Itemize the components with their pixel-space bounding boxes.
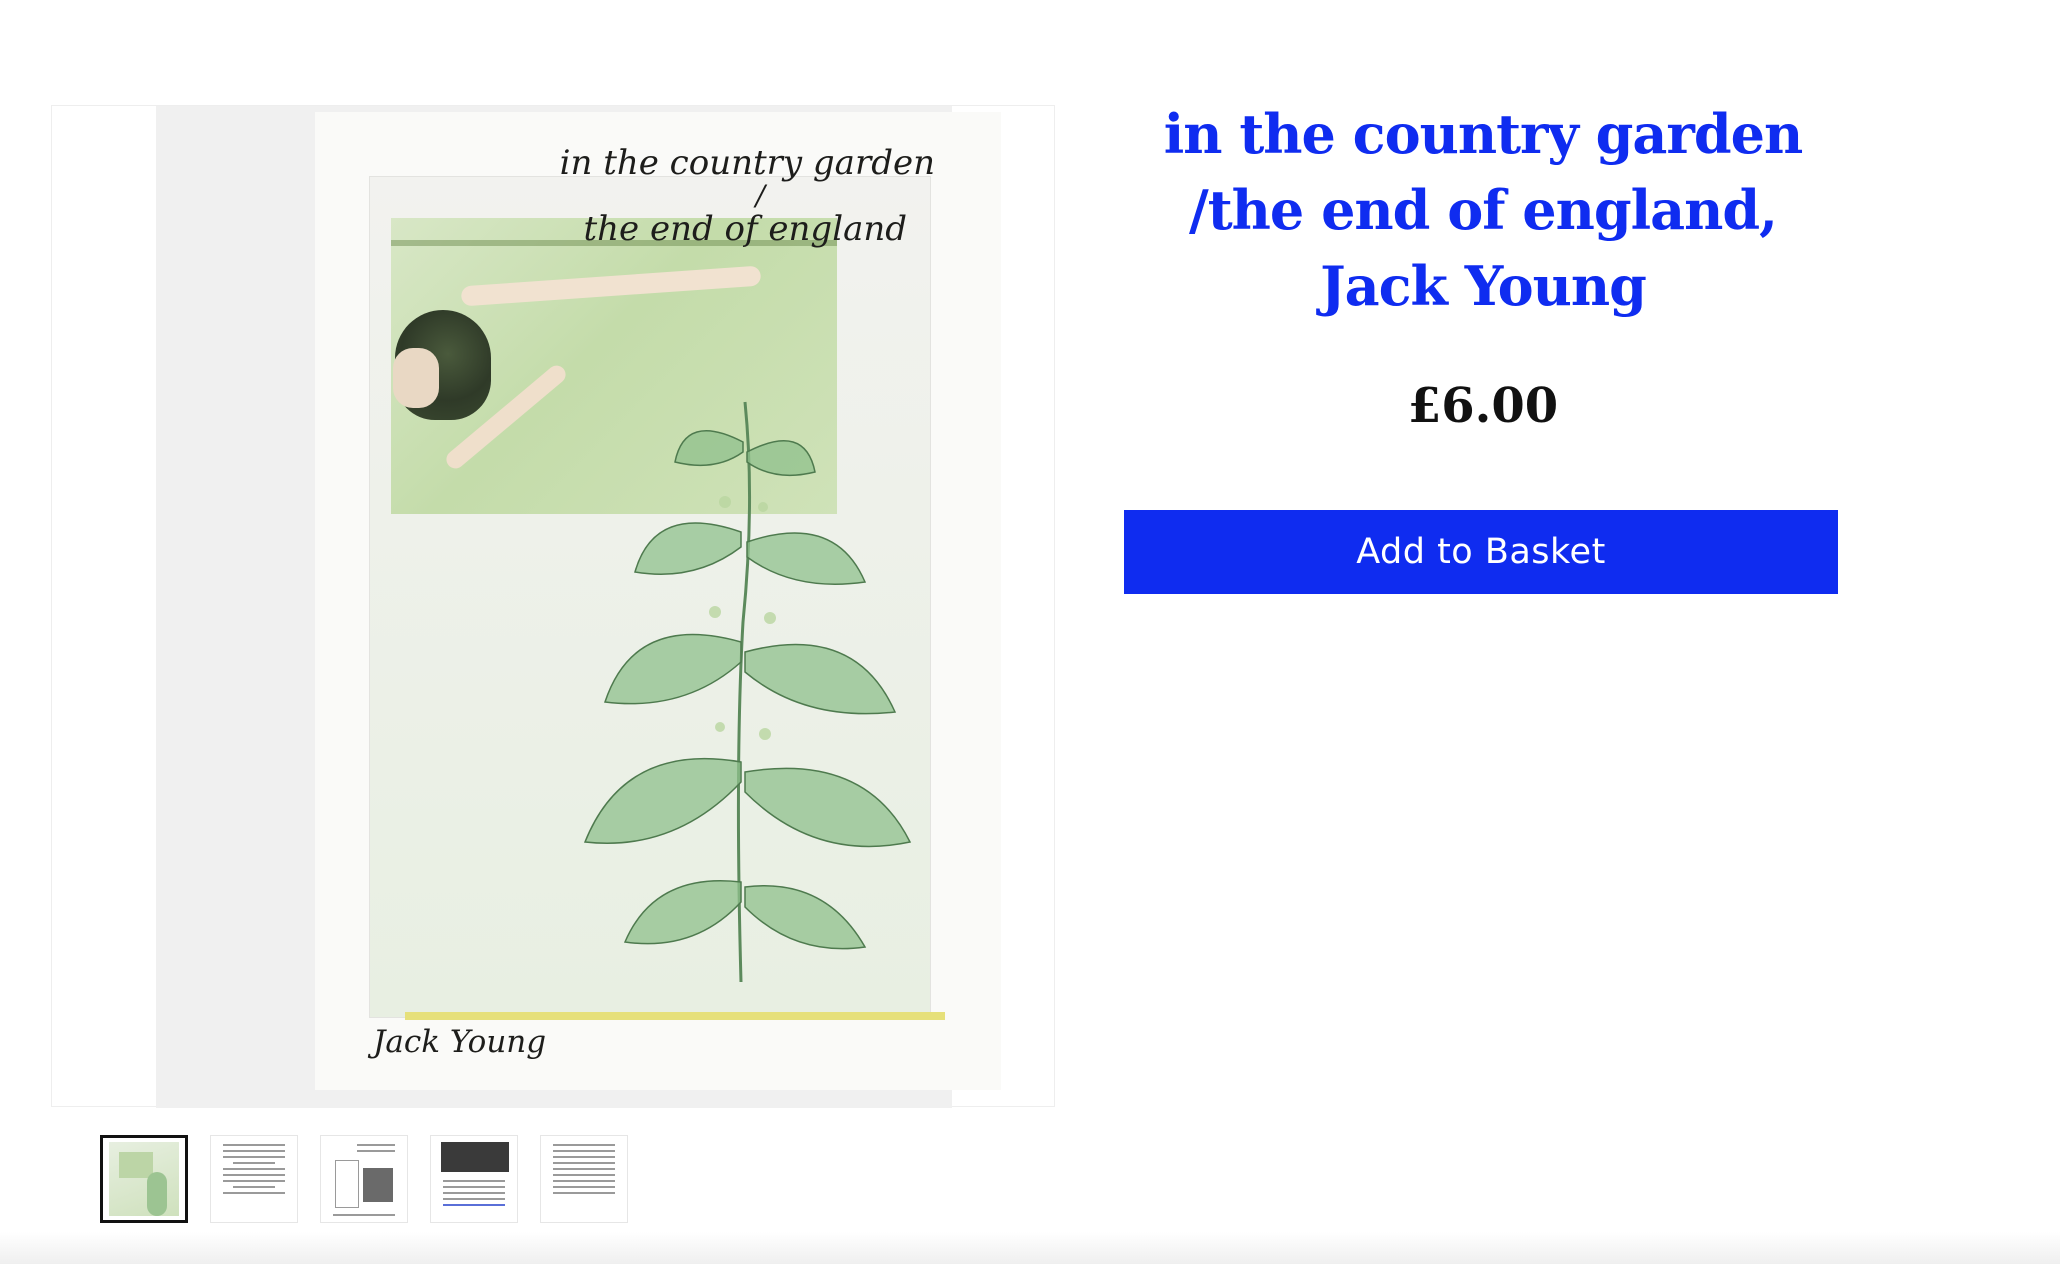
product-price: £6.00 [1407, 378, 1559, 434]
photo-face [393, 348, 439, 408]
book-cover: in the country garden / the end of engla… [315, 112, 1001, 1090]
thumbnail-2[interactable] [210, 1135, 298, 1223]
cover-title: in the country garden / the end of engla… [315, 142, 975, 250]
thumbnail-plant [147, 1172, 167, 1216]
thumbnail-layout-page [327, 1140, 401, 1218]
cover-background: in the country garden / the end of engla… [156, 106, 1001, 1108]
thumbnail-frame [335, 1160, 359, 1208]
nettle-illustration [583, 401, 912, 983]
thumbnail-cover-image [109, 1142, 179, 1216]
thumbnail-figure [363, 1168, 393, 1202]
thumbnail-columns-page [547, 1140, 621, 1218]
cover-yellow-edge [405, 1012, 945, 1020]
thumbnail-photo [119, 1152, 153, 1178]
thumbnail-5[interactable] [540, 1135, 628, 1223]
cover-author: Jack Young [373, 1024, 547, 1060]
thumbnail-1[interactable] [100, 1135, 188, 1223]
cover-title-line1: in the country garden [559, 143, 935, 183]
main-product-image[interactable]: in the country garden / the end of engla… [51, 105, 1055, 1108]
thumbnail-4[interactable] [430, 1135, 518, 1223]
add-to-basket-button[interactable]: Add to Basket [1124, 510, 1838, 594]
cover-title-line2: the end of england [583, 209, 907, 249]
thumbnail-photo-page [437, 1140, 511, 1218]
thumbnail-text-page [217, 1140, 291, 1218]
photo-arm [460, 265, 762, 307]
product-title: in the country garden /the end of englan… [1163, 102, 1804, 318]
bottom-fade [0, 1232, 2060, 1264]
cover-title-separator: / [755, 179, 765, 212]
thumbnail-dark-photo [441, 1142, 509, 1172]
thumbnail-3[interactable] [320, 1135, 408, 1223]
